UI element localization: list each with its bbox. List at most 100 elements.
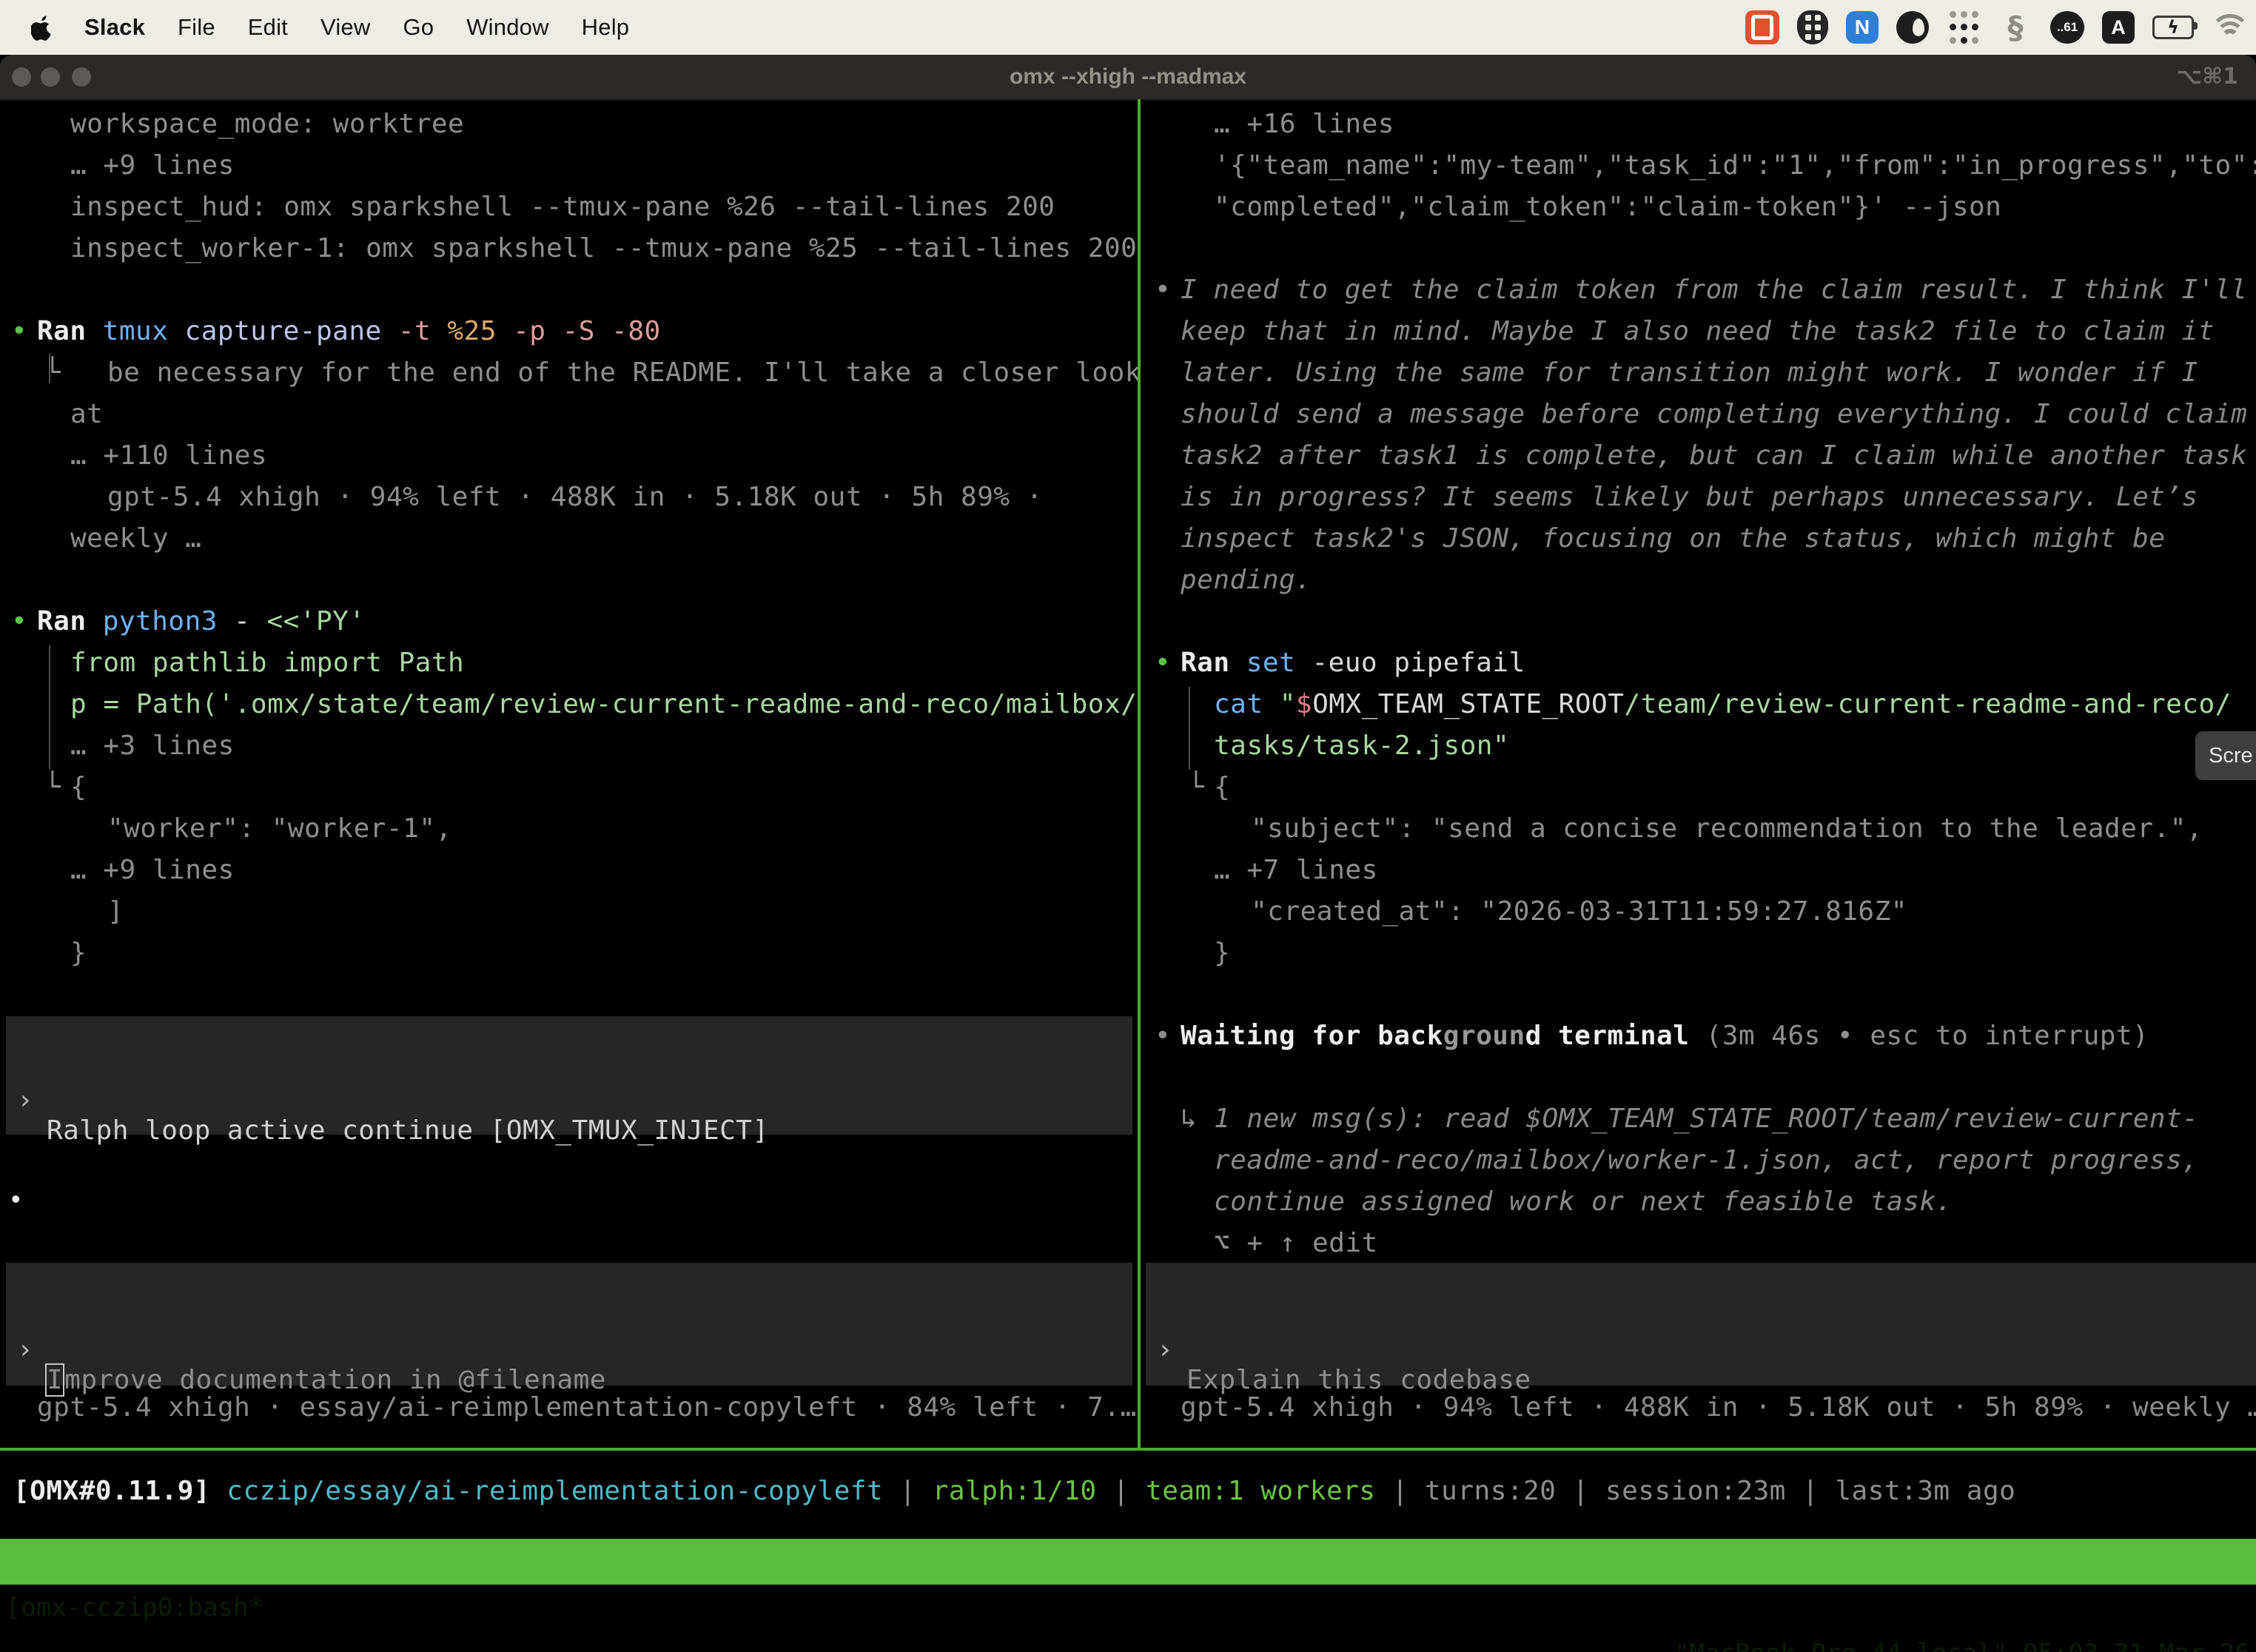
line-bullet-icon: • <box>11 311 27 352</box>
dots-grid-icon[interactable] <box>1947 10 1981 44</box>
percent-badge-icon[interactable]: ..61 <box>2050 11 2084 44</box>
terminal-line: … +7 lines <box>1144 850 2256 891</box>
screen: { "menu_bar": { "items": ["Slack", "File… <box>0 0 2256 1652</box>
terminal-line: from pathlib import Path <box>0 642 1138 684</box>
terminal-line: task2 after task1 is complete, but can I… <box>1144 435 2256 477</box>
terminal-line <box>1144 1057 2256 1098</box>
working-bullet: • <box>11 1178 21 1220</box>
terminal-line: inspect_worker-1: omx sparkshell --tmux-… <box>0 228 1138 269</box>
terminal-line: gpt-5.4 xhigh · 94% left · 488K in · 5.1… <box>0 477 1138 518</box>
terminal-line: at <box>0 394 1138 435</box>
line-bullet-icon: └ <box>1188 767 1204 808</box>
line-bullet-icon: └ <box>44 767 61 808</box>
crescent-app-icon[interactable] <box>1896 11 1929 44</box>
indent-guide <box>49 645 50 770</box>
terminal-line: cat "$OMX_TEAM_STATE_ROOT/team/review-cu… <box>1144 684 2256 725</box>
menu-window[interactable]: Window <box>466 14 548 41</box>
ralph-loop-box: › Ralph loop active continue [OMX_TMUX_I… <box>6 1016 1132 1135</box>
line-bullet-icon: • <box>1155 1015 1171 1057</box>
apple-menu-icon[interactable] <box>31 14 53 41</box>
terminal-line: … +9 lines <box>0 145 1138 187</box>
terminal-line: "subject": "send a concise recommendatio… <box>1144 808 2256 850</box>
omx-status-line: [OMX#0.11.9] cczip/essay/ai-reimplementa… <box>13 1471 2015 1512</box>
title-bar: omx --xhigh --madmax ⌥⌘1 <box>0 55 2256 101</box>
menu-view[interactable]: View <box>320 14 370 41</box>
terminal-line: is in progress? It seems likely but perh… <box>1144 477 2256 518</box>
terminal-line: … +9 lines <box>0 850 1138 891</box>
menu-go[interactable]: Go <box>403 14 434 41</box>
terminal-line: should send a message before completing … <box>1144 394 2256 435</box>
pane-divider-horizontal <box>0 1448 2256 1451</box>
terminal-line: └be necessary for the end of the README.… <box>0 352 1138 394</box>
terminal-line <box>1144 228 2256 269</box>
chat-app-icon[interactable] <box>1745 10 1779 44</box>
terminal-line: keep that in mind. Maybe I also need the… <box>1144 311 2256 352</box>
squiggle-icon[interactable]: § <box>1998 10 2032 44</box>
right-model-status: gpt-5.4 xhigh · 94% left · 488K in · 5.1… <box>1181 1387 2256 1428</box>
tmux-window-tab[interactable]: [omx-cczip0:bash* <box>6 1585 263 1631</box>
terminal-line: ↳1 new msg(s): read $OMX_TEAM_STATE_ROOT… <box>1144 1098 2256 1140</box>
terminal-line: workspace_mode: worktree <box>0 104 1138 145</box>
terminal-line: •Ran tmux capture-pane -t %25 -p -S -80 <box>0 311 1138 352</box>
line-bullet-icon: └ <box>44 352 61 394</box>
right-terminal-pane[interactable]: … +16 lines'{"team_name":"my-team","task… <box>1144 104 2256 1263</box>
terminal-line: inspect task2's JSON, focusing on the st… <box>1144 518 2256 560</box>
terminal-line: readme-and-reco/mailbox/worker-1.json, a… <box>1144 1140 2256 1181</box>
terminal-line: •Ran python3 - <<'PY' <box>0 601 1138 642</box>
terminal-line: "created_at": "2026-03-31T11:59:27.816Z" <box>1144 891 2256 933</box>
line-bullet-icon: • <box>1155 642 1171 684</box>
terminal-line: •Ran set -euo pipefail <box>1144 642 2256 684</box>
terminal-line: weekly … <box>0 518 1138 560</box>
menu-file[interactable]: File <box>178 14 215 41</box>
line-bullet-icon: ↳ <box>1181 1098 1197 1140</box>
blue-badge-icon[interactable]: N <box>1846 11 1879 44</box>
tmux-status-bar: [omx-cczip0:bash* "MacBook-Pro-44.local"… <box>0 1539 2256 1585</box>
working-status: • Working (6m 38s • esc to interrupt) <box>0 1178 1138 1220</box>
indent-guide <box>1189 687 1190 770</box>
left-terminal-pane[interactable]: workspace_mode: worktree… +9 linesinspec… <box>0 104 1138 1448</box>
terminal-line: inspect_hud: omx sparkshell --tmux-pane … <box>0 187 1138 228</box>
terminal-line: ⌥ + ↑ edit <box>1144 1223 2256 1263</box>
terminal-line: … +3 lines <box>0 725 1138 767</box>
prompt-chevron: › <box>17 1085 33 1115</box>
prompt-chevron: › <box>17 1334 33 1365</box>
terminal-line: "completed","claim_token":"claim-token"}… <box>1144 187 2256 228</box>
screen-tooltip: Scre <box>2195 731 2256 780</box>
indent-guide <box>49 354 50 383</box>
terminal-line: } <box>0 933 1138 974</box>
terminal-line: p = Path('.omx/state/team/review-current… <box>0 684 1138 725</box>
shield-keypad-icon[interactable] <box>1797 10 1828 44</box>
prompt-chevron: › <box>1157 1334 1173 1365</box>
window-title: omx --xhigh --madmax <box>0 55 2256 99</box>
menu-bar: Slack File Edit View Go Window Help N § … <box>0 0 2256 55</box>
terminal-line: later. Using the same for transition mig… <box>1144 352 2256 394</box>
tmux-host-clock: "MacBook-Pro-44.local" 05:03 31-Mar-26 <box>1674 1631 2250 1652</box>
pane-divider-vertical[interactable] <box>1138 99 1141 1448</box>
menu-edit[interactable]: Edit <box>248 14 288 41</box>
terminal-line: tasks/task-2.json" <box>1144 725 2256 767</box>
wifi-icon[interactable] <box>2212 13 2249 42</box>
input-source-icon[interactable]: A <box>2102 11 2135 44</box>
terminal-line: •I need to get the claim token from the … <box>1144 269 2256 311</box>
terminal-line: pending. <box>1144 560 2256 601</box>
battery-icon[interactable]: ϟ <box>2152 16 2194 39</box>
left-model-status: gpt-5.4 xhigh · essay/ai-reimplementatio… <box>37 1387 1138 1428</box>
terminal-line: └{ <box>1144 767 2256 808</box>
window-shortcut: ⌥⌘1 <box>2177 55 2238 99</box>
terminal-line: … +110 lines <box>0 435 1138 477</box>
terminal-line: '{"team_name":"my-team","task_id":"1","f… <box>1144 145 2256 187</box>
menu-app-name[interactable]: Slack <box>84 14 145 41</box>
terminal-line <box>1144 601 2256 642</box>
left-input-box[interactable]: › Improve documentation in @filename <box>6 1263 1132 1386</box>
right-input-box[interactable]: › Explain this codebase <box>1146 1263 2256 1386</box>
menu-help[interactable]: Help <box>582 14 630 41</box>
ralph-loop-text: Ralph loop active continue [OMX_TMUX_INJ… <box>47 1115 769 1146</box>
terminal-line: •Waiting for background terminal (3m 46s… <box>1144 1015 2256 1057</box>
menu-status-icons: N § ..61 A ϟ <box>1745 0 2249 55</box>
terminal-line <box>0 269 1138 311</box>
line-bullet-icon: • <box>1155 269 1171 311</box>
terminal-line: continue assigned work or next feasible … <box>1144 1181 2256 1223</box>
terminal-line: └{ <box>0 767 1138 808</box>
terminal-line <box>0 560 1138 601</box>
terminal-line: ] <box>0 891 1138 933</box>
